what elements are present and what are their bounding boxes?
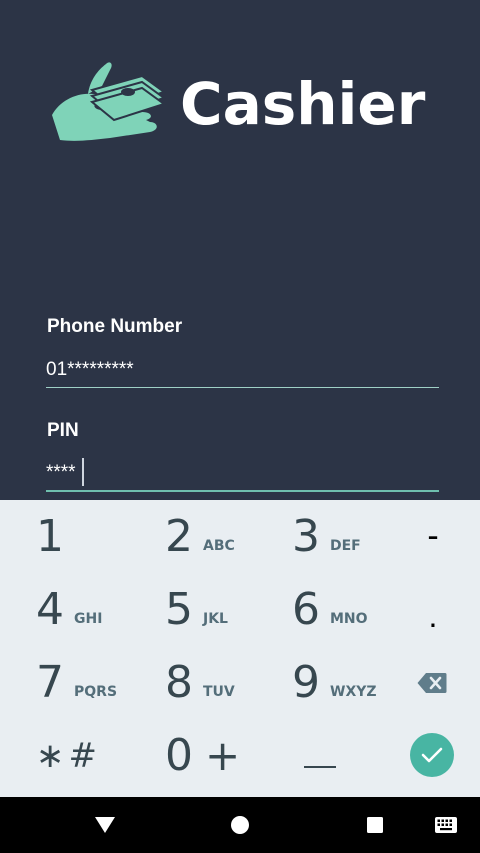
pin-label: PIN [47,420,79,441]
key-letters: GHI [74,610,103,627]
phone-number-label: Phone Number [47,316,183,337]
key-digit: 5 [165,584,193,635]
key-letters: WXYZ [330,683,377,700]
back-triangle-icon [95,817,115,833]
key-digit: 6 [292,584,320,635]
recents-button[interactable] [355,797,395,853]
app-logo: Cashier [50,60,440,150]
star-hash-key[interactable]: ∗# [36,719,101,792]
key-digit: 3 [292,511,320,562]
check-icon [421,747,443,763]
key-letters: MNO [330,610,368,627]
key-5[interactable]: 5 JKL [165,573,228,646]
key-letters: JKL [203,610,228,627]
key-letters: DEF [330,537,361,554]
minus-label: - [427,517,439,555]
numeric-keypad: 1 2 ABC 3 DEF - 4 GHI 5 JKL 6 MNO . 7 PQ… [0,500,480,797]
key-0[interactable]: 0 + [165,719,240,792]
key-digit: 9 [292,657,320,708]
key-digit: 2 [165,511,193,562]
key-8[interactable]: 8 TUV [165,646,235,719]
key-9[interactable]: 9 WXYZ [292,646,377,719]
brand-title: Cashier [180,70,426,138]
dot-label: . [428,598,438,634]
star-hash-label: ∗# [36,735,101,776]
system-navigation-bar [0,797,480,853]
back-button[interactable] [85,797,125,853]
space-icon [304,765,336,768]
key-6[interactable]: 6 MNO [292,573,368,646]
home-button[interactable] [220,797,260,853]
keyboard-switch-button[interactable] [426,797,466,853]
key-1[interactable]: 1 [36,500,64,573]
key-2[interactable]: 2 ABC [165,500,235,573]
key-letters: PQRS [74,683,118,700]
done-button[interactable] [410,733,454,777]
backspace-icon [417,672,447,693]
space-key[interactable] [300,726,340,799]
dot-key[interactable]: . [408,580,458,653]
key-3[interactable]: 3 DEF [292,500,361,573]
plus-label: + [205,731,241,780]
keyboard-icon [435,817,457,833]
key-letters: ABC [203,537,235,554]
phone-number-input[interactable] [46,352,439,388]
key-letters: TUV [203,683,235,700]
key-digit: 0 [165,730,193,781]
text-cursor [82,458,84,486]
backspace-button[interactable] [412,646,452,719]
hand-money-icon [52,62,167,141]
key-7[interactable]: 7 PQRS [36,646,117,719]
key-digit: 8 [165,657,193,708]
key-digit: 1 [36,511,64,562]
key-digit: 7 [36,657,64,708]
key-4[interactable]: 4 GHI [36,573,102,646]
recents-square-icon [367,817,383,833]
pin-input[interactable] [46,456,439,492]
home-circle-icon [231,816,249,834]
key-digit: 4 [36,584,64,635]
minus-key[interactable]: - [408,500,458,573]
